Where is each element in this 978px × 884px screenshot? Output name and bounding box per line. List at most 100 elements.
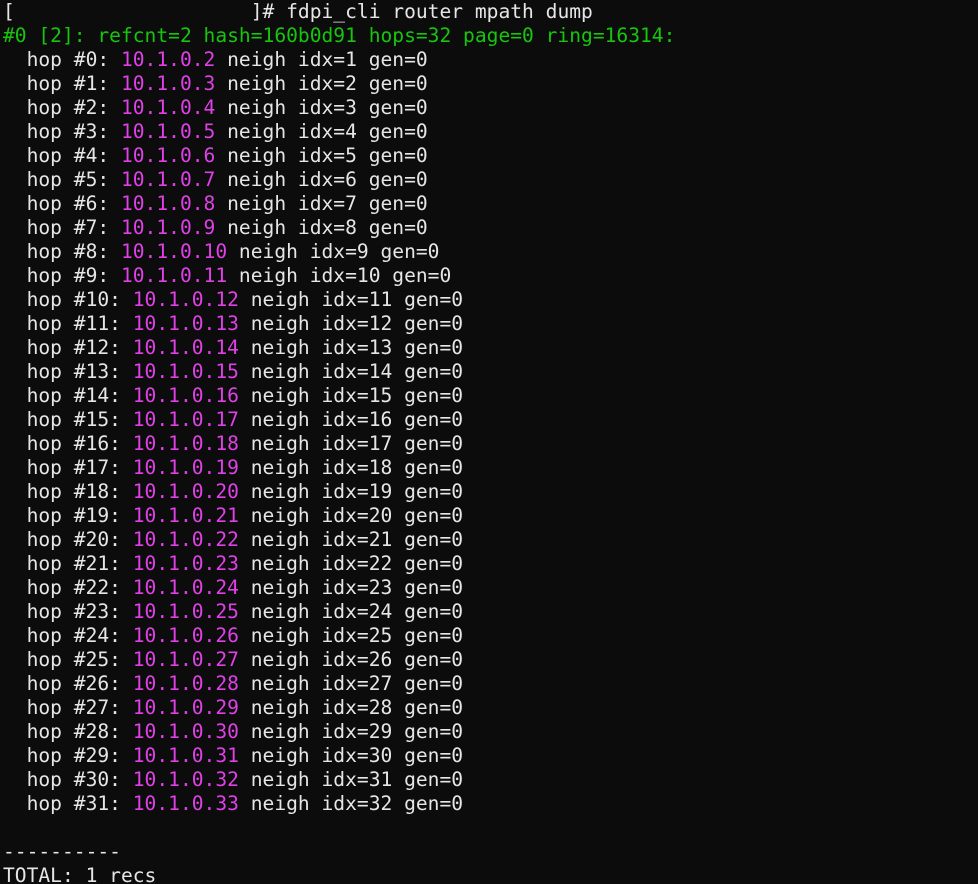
hop-indent [3, 96, 27, 119]
hop-indent [3, 192, 27, 215]
command-text: fdpi_cli router mpath dump [286, 0, 593, 23]
hop-label: hop #3: [26, 120, 121, 143]
hop-ip-address: 10.1.0.19 [132, 456, 239, 479]
hop-neigh-info: neigh idx=14 gen=0 [238, 360, 464, 383]
hop-list: hop #0: 10.1.0.2 neigh idx=1 gen=0 hop #… [0, 48, 464, 816]
hop-row: hop #24: 10.1.0.26 neigh idx=25 gen=0 [3, 624, 463, 648]
hop-indent [3, 144, 27, 167]
hop-row: hop #25: 10.1.0.27 neigh idx=26 gen=0 [3, 648, 463, 672]
hop-label: hop #0: [26, 48, 121, 71]
hop-row: hop #8: 10.1.0.10 neigh idx=9 gen=0 [3, 240, 463, 264]
hop-label: hop #21: [26, 552, 133, 575]
hop-label: hop #27: [26, 696, 133, 719]
hop-row: hop #28: 10.1.0.30 neigh idx=29 gen=0 [3, 720, 463, 744]
hop-row: hop #12: 10.1.0.14 neigh idx=13 gen=0 [3, 336, 463, 360]
hop-ip-address: 10.1.0.7 [120, 168, 216, 191]
hop-row: hop #20: 10.1.0.22 neigh idx=21 gen=0 [3, 528, 463, 552]
hop-row: hop #18: 10.1.0.20 neigh idx=19 gen=0 [3, 480, 463, 504]
hop-indent [3, 312, 27, 335]
prompt-open-bracket: [ [3, 0, 15, 23]
hop-neigh-info: neigh idx=11 gen=0 [238, 288, 464, 311]
hop-row: hop #29: 10.1.0.31 neigh idx=30 gen=0 [3, 744, 463, 768]
hop-indent [3, 264, 27, 287]
hop-neigh-info: neigh idx=22 gen=0 [238, 552, 464, 575]
hop-ip-address: 10.1.0.29 [132, 696, 239, 719]
hop-label: hop #15: [26, 408, 133, 431]
hop-neigh-info: neigh idx=2 gen=0 [215, 72, 428, 95]
hop-indent [3, 624, 27, 647]
hop-neigh-info: neigh idx=1 gen=0 [215, 48, 428, 71]
hop-row: hop #26: 10.1.0.28 neigh idx=27 gen=0 [3, 672, 463, 696]
hop-neigh-info: neigh idx=13 gen=0 [238, 336, 464, 359]
hop-ip-address: 10.1.0.12 [132, 288, 239, 311]
hop-ip-address: 10.1.0.26 [132, 624, 239, 647]
hop-label: hop #28: [26, 720, 133, 743]
hop-row: hop #14: 10.1.0.16 neigh idx=15 gen=0 [3, 384, 463, 408]
hop-ip-address: 10.1.0.22 [132, 528, 239, 551]
total-summary: TOTAL: 1 recs [3, 864, 157, 884]
hop-neigh-info: neigh idx=20 gen=0 [238, 504, 464, 527]
hop-label: hop #10: [26, 288, 133, 311]
hop-label: hop #5: [26, 168, 121, 191]
hop-ip-address: 10.1.0.15 [132, 360, 239, 383]
hop-row: hop #30: 10.1.0.32 neigh idx=31 gen=0 [3, 768, 463, 792]
hop-ip-address: 10.1.0.16 [132, 384, 239, 407]
hop-ip-address: 10.1.0.20 [132, 480, 239, 503]
hop-label: hop #16: [26, 432, 133, 455]
hop-label: hop #13: [26, 360, 133, 383]
hop-row: hop #2: 10.1.0.4 neigh idx=3 gen=0 [3, 96, 463, 120]
hop-indent [3, 648, 27, 671]
hop-ip-address: 10.1.0.17 [132, 408, 239, 431]
hop-ip-address: 10.1.0.30 [132, 720, 239, 743]
hop-label: hop #19: [26, 504, 133, 527]
hop-neigh-info: neigh idx=21 gen=0 [238, 528, 464, 551]
hop-neigh-info: neigh idx=30 gen=0 [238, 744, 464, 767]
hop-indent [3, 672, 27, 695]
hop-row: hop #23: 10.1.0.25 neigh idx=24 gen=0 [3, 600, 463, 624]
hop-label: hop #25: [26, 648, 133, 671]
hop-neigh-info: neigh idx=18 gen=0 [238, 456, 464, 479]
hop-row: hop #31: 10.1.0.33 neigh idx=32 gen=0 [3, 792, 463, 816]
hop-neigh-info: neigh idx=17 gen=0 [238, 432, 464, 455]
hop-label: hop #31: [26, 792, 133, 815]
hop-row: hop #5: 10.1.0.7 neigh idx=6 gen=0 [3, 168, 463, 192]
prompt-hostname-redacted [15, 0, 251, 23]
hop-neigh-info: neigh idx=7 gen=0 [215, 192, 428, 215]
hop-indent [3, 168, 27, 191]
hop-neigh-info: neigh idx=24 gen=0 [238, 600, 464, 623]
hop-row: hop #6: 10.1.0.8 neigh idx=7 gen=0 [3, 192, 463, 216]
hop-indent [3, 120, 27, 143]
hop-neigh-info: neigh idx=10 gen=0 [227, 264, 452, 287]
hop-label: hop #14: [26, 384, 133, 407]
hop-ip-address: 10.1.0.24 [132, 576, 239, 599]
hop-neigh-info: neigh idx=8 gen=0 [215, 216, 428, 239]
hop-label: hop #2: [26, 96, 121, 119]
hop-ip-address: 10.1.0.2 [120, 48, 216, 71]
hop-indent [3, 480, 27, 503]
hop-ip-address: 10.1.0.27 [132, 648, 239, 671]
hop-label: hop #4: [26, 144, 121, 167]
hop-label: hop #29: [26, 744, 133, 767]
hop-ip-address: 10.1.0.4 [120, 96, 216, 119]
hop-ip-address: 10.1.0.5 [120, 120, 216, 143]
hop-neigh-info: neigh idx=19 gen=0 [238, 480, 464, 503]
hop-ip-address: 10.1.0.18 [132, 432, 239, 455]
hop-indent [3, 240, 27, 263]
hop-neigh-info: neigh idx=26 gen=0 [238, 648, 464, 671]
hop-neigh-info: neigh idx=29 gen=0 [238, 720, 464, 743]
hop-indent [3, 456, 27, 479]
hop-ip-address: 10.1.0.3 [120, 72, 216, 95]
hop-label: hop #22: [26, 576, 133, 599]
terminal-window[interactable]: [ ]# fdpi_cli router mpath dump #0 [2]: … [0, 0, 978, 884]
hop-indent [3, 384, 27, 407]
hop-neigh-info: neigh idx=4 gen=0 [215, 120, 428, 143]
hop-indent [3, 720, 27, 743]
hop-ip-address: 10.1.0.10 [120, 240, 228, 263]
hop-indent [3, 408, 27, 431]
hop-row: hop #13: 10.1.0.15 neigh idx=14 gen=0 [3, 360, 463, 384]
hop-neigh-info: neigh idx=5 gen=0 [215, 144, 428, 167]
hop-label: hop #23: [26, 600, 133, 623]
hop-indent [3, 768, 27, 791]
hop-neigh-info: neigh idx=25 gen=0 [238, 624, 464, 647]
hop-row: hop #21: 10.1.0.23 neigh idx=22 gen=0 [3, 552, 463, 576]
